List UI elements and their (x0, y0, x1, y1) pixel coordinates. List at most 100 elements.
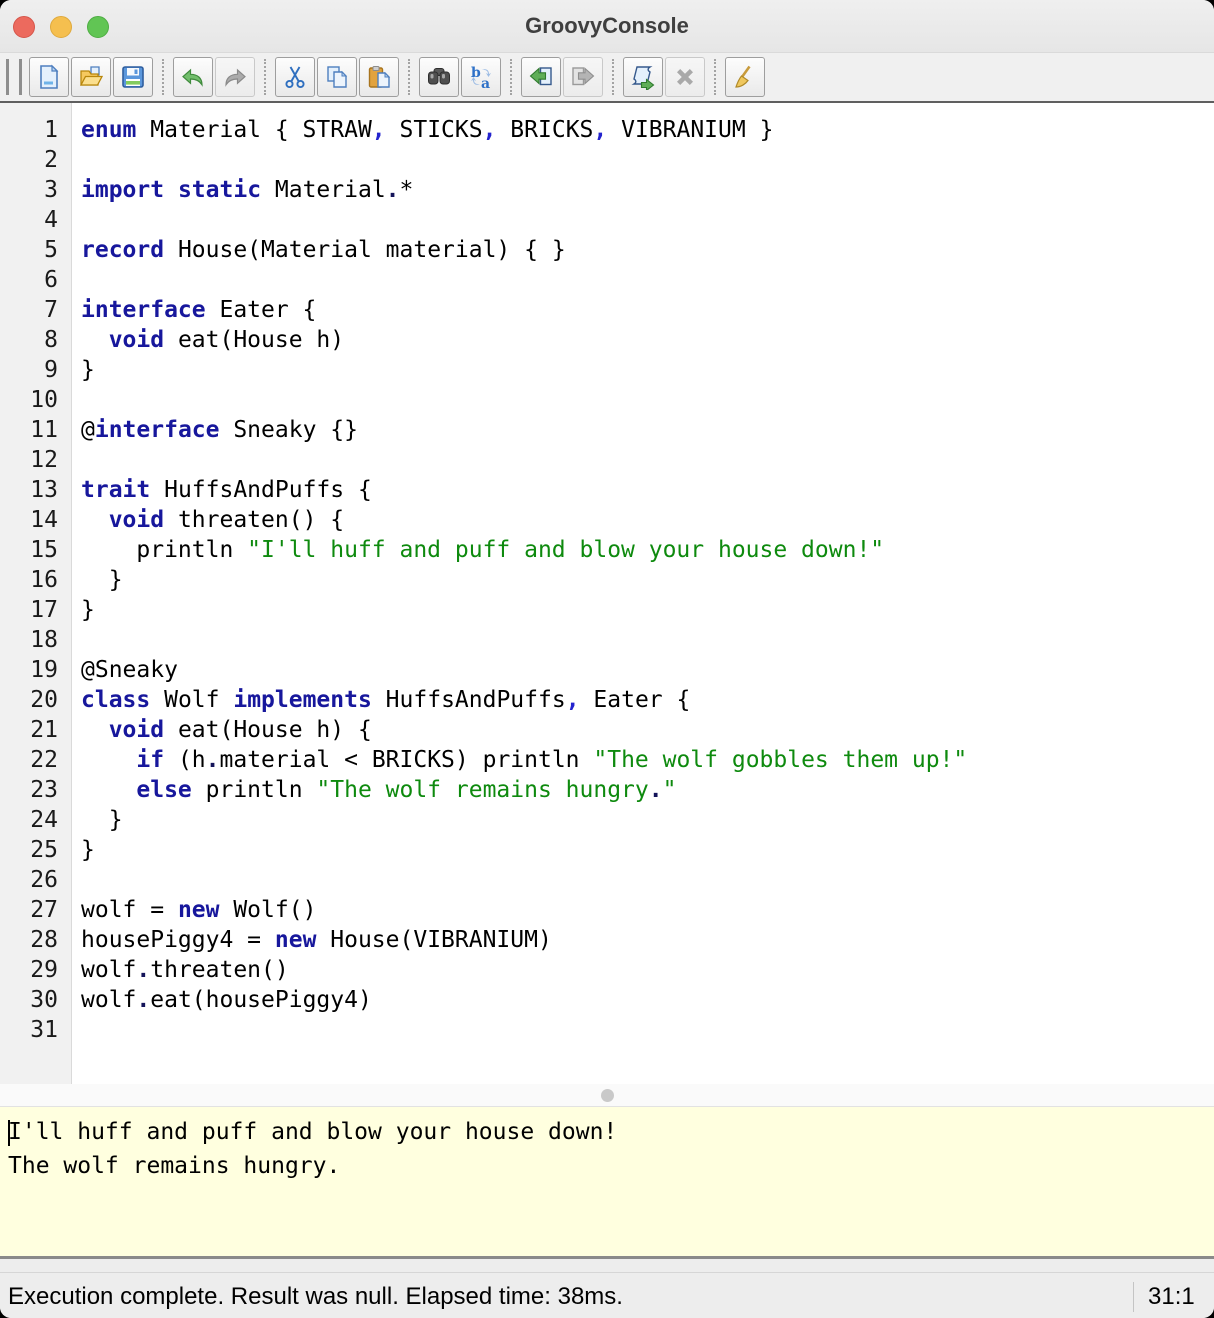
save-icon (120, 64, 146, 90)
status-bar: Execution complete. Result was null. Ela… (0, 1273, 1214, 1318)
splitter-grip-icon (601, 1089, 614, 1102)
interrupt-icon (672, 64, 698, 90)
line-number: 27 (0, 895, 58, 925)
line-number: 9 (0, 355, 58, 385)
line-number: 20 (0, 685, 58, 715)
traffic-light-buttons (13, 16, 109, 38)
code-line (81, 865, 1214, 895)
code-area[interactable]: enum Material { STRAW, STICKS, BRICKS, V… (72, 103, 1214, 1084)
find-button[interactable] (419, 57, 459, 97)
code-line: wolf = new Wolf() (81, 895, 1214, 925)
output-line: The wolf remains hungry. (8, 1149, 1214, 1183)
toolbar-drag-handle[interactable] (6, 59, 22, 95)
line-number: 29 (0, 955, 58, 985)
find-replace-button[interactable]: b a (461, 57, 501, 97)
clear-output-button[interactable] (725, 57, 765, 97)
line-number: 1 (0, 115, 58, 145)
code-line: housePiggy4 = new House(VIBRANIUM) (81, 925, 1214, 955)
code-line: } (81, 805, 1214, 835)
code-line (81, 265, 1214, 295)
line-number: 25 (0, 835, 58, 865)
line-number: 8 (0, 325, 58, 355)
redo-button[interactable] (215, 57, 255, 97)
line-number: 24 (0, 805, 58, 835)
history-next-button[interactable] (563, 57, 603, 97)
toolbar-separator (714, 59, 716, 95)
history-next-icon (570, 64, 596, 90)
line-number: 22 (0, 745, 58, 775)
toolbar-separator (162, 59, 164, 95)
code-line (81, 205, 1214, 235)
code-line: wolf.threaten() (81, 955, 1214, 985)
copy-icon (324, 64, 350, 90)
open-file-icon (78, 64, 104, 90)
line-number: 23 (0, 775, 58, 805)
line-number: 4 (0, 205, 58, 235)
line-number: 28 (0, 925, 58, 955)
line-number: 11 (0, 415, 58, 445)
window-title: GroovyConsole (0, 0, 1214, 52)
code-line: interface Eater { (81, 295, 1214, 325)
code-line: } (81, 565, 1214, 595)
output-area[interactable]: I'll huff and puff and blow your house d… (0, 1107, 1214, 1259)
line-number: 14 (0, 505, 58, 535)
code-line (81, 385, 1214, 415)
find-icon (426, 64, 452, 90)
code-line: void eat(House h) (81, 325, 1214, 355)
line-number: 2 (0, 145, 58, 175)
copy-button[interactable] (317, 57, 357, 97)
undo-button[interactable] (173, 57, 213, 97)
zoom-button[interactable] (87, 16, 109, 38)
open-file-button[interactable] (71, 57, 111, 97)
split-pane-divider[interactable] (0, 1084, 1214, 1107)
line-number: 15 (0, 535, 58, 565)
line-number: 5 (0, 235, 58, 265)
code-editor: 1234567891011121314151617181920212223242… (0, 103, 1214, 1084)
code-line: } (81, 835, 1214, 865)
paste-icon (366, 64, 392, 90)
code-line: record House(Material material) { } (81, 235, 1214, 265)
code-line: class Wolf implements HuffsAndPuffs, Eat… (81, 685, 1214, 715)
line-number: 30 (0, 985, 58, 1015)
history-previous-button[interactable] (521, 57, 561, 97)
line-number: 18 (0, 625, 58, 655)
close-button[interactable] (13, 16, 35, 38)
toolbar-separator (510, 59, 512, 95)
cut-button[interactable] (275, 57, 315, 97)
new-file-button[interactable] (29, 57, 69, 97)
code-line: } (81, 355, 1214, 385)
interrupt-button[interactable] (665, 57, 705, 97)
output-line: I'll huff and puff and blow your house d… (8, 1115, 1214, 1149)
svg-text:a: a (481, 76, 490, 90)
line-number: 26 (0, 865, 58, 895)
line-number: 31 (0, 1015, 58, 1045)
code-line: println "I'll huff and puff and blow you… (81, 535, 1214, 565)
paste-button[interactable] (359, 57, 399, 97)
toolbar: b a (0, 52, 1214, 103)
toolbar-separator (264, 59, 266, 95)
cut-icon (282, 64, 308, 90)
code-line: trait HuffsAndPuffs { (81, 475, 1214, 505)
toolbar-separator (408, 59, 410, 95)
new-file-icon (36, 64, 62, 90)
svg-text:b: b (471, 65, 481, 81)
line-number: 19 (0, 655, 58, 685)
code-line: enum Material { STRAW, STICKS, BRICKS, V… (81, 115, 1214, 145)
line-number-gutter: 1234567891011121314151617181920212223242… (0, 103, 72, 1084)
execute-script-button[interactable] (623, 57, 663, 97)
line-number: 6 (0, 265, 58, 295)
bottom-spacer (0, 1259, 1214, 1273)
line-number: 10 (0, 385, 58, 415)
toolbar-separator (612, 59, 614, 95)
code-line: @Sneaky (81, 655, 1214, 685)
code-line: wolf.eat(housePiggy4) (81, 985, 1214, 1015)
find-replace-icon: b a (468, 64, 494, 90)
code-line: @interface Sneaky {} (81, 415, 1214, 445)
line-number: 21 (0, 715, 58, 745)
minimize-button[interactable] (50, 16, 72, 38)
save-file-button[interactable] (113, 57, 153, 97)
code-line: void threaten() { (81, 505, 1214, 535)
code-line (81, 145, 1214, 175)
groovy-console-window: GroovyConsole (0, 0, 1214, 1318)
code-line: else println "The wolf remains hungry." (81, 775, 1214, 805)
